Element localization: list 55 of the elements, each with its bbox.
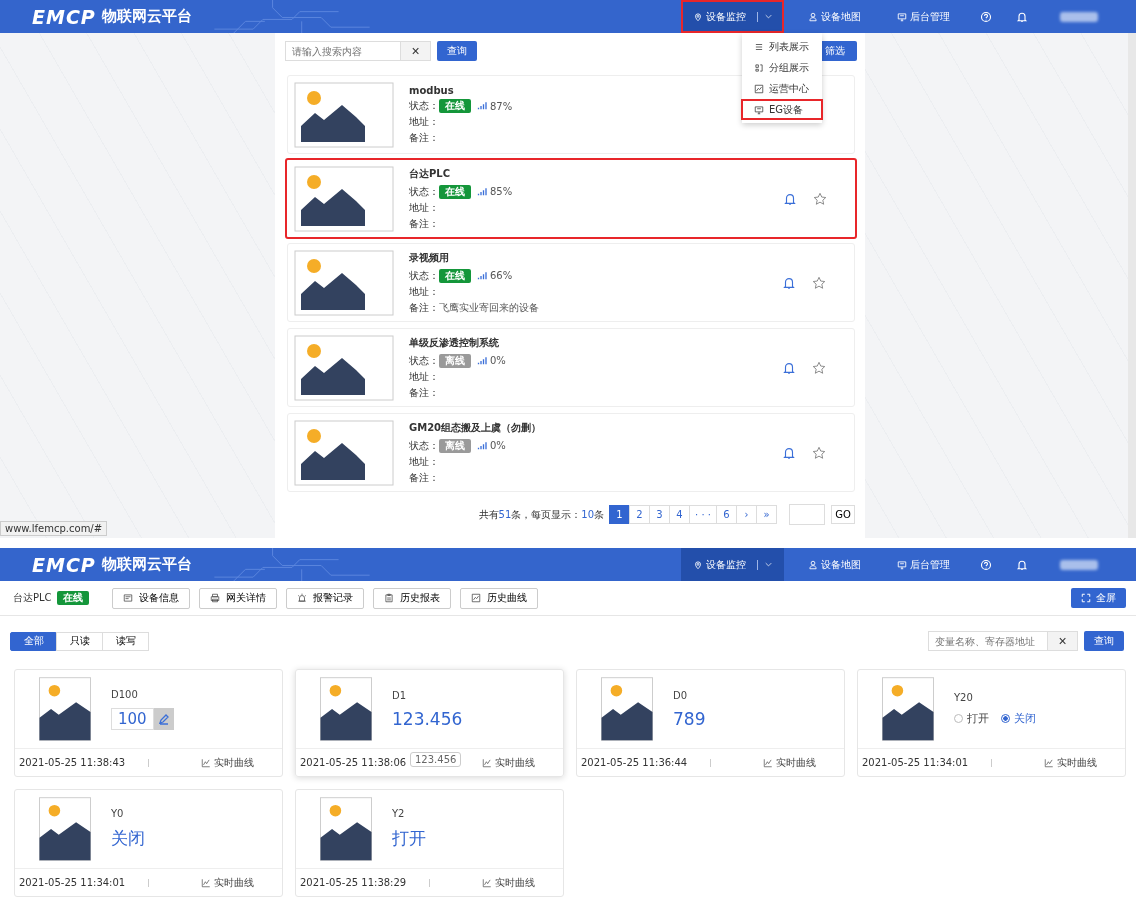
- status-badge: 在线: [439, 184, 471, 199]
- device-name: 台达PLC: [13, 591, 52, 605]
- device-name: 台达PLC: [409, 167, 451, 181]
- note-label: 备注：: [409, 216, 439, 231]
- variable-name: Y2: [392, 808, 406, 819]
- signal-strength: 87%: [490, 100, 513, 112]
- platform-title: 物联网云平台: [101, 7, 192, 26]
- update-time: 2021-05-25 11:34:01: [18, 877, 127, 888]
- status-badge: 离线: [439, 438, 471, 453]
- variable-value: 打开: [392, 827, 426, 850]
- variable-name: D100: [111, 688, 139, 700]
- device-name: GM20组态搬及上虞（勿删）: [409, 421, 542, 435]
- update-time: 2021-05-25 11:38:29: [299, 877, 408, 888]
- note-text: 飞鹰实业寄回来的设备: [439, 300, 539, 315]
- device-name: 单级反渗透控制系统: [409, 336, 499, 350]
- variable-name: Y0: [111, 808, 125, 819]
- variable-name: D1: [392, 689, 408, 701]
- note-label: 备注：: [409, 385, 439, 400]
- address-label: 地址：: [409, 454, 439, 469]
- note-label: 备注：: [409, 300, 439, 315]
- pagination-summary: 共有51条，每页显示：10条: [478, 507, 604, 522]
- status-label: 状态：: [409, 353, 439, 368]
- variable-name: D0: [673, 689, 689, 701]
- platform-title: 物联网云平台: [101, 555, 192, 574]
- status-badge: 离线: [439, 353, 471, 368]
- variable-value: 789: [673, 708, 706, 729]
- note-label: 备注：: [409, 131, 439, 145]
- address-label: 地址：: [409, 200, 439, 215]
- status-label: 状态：: [409, 99, 439, 113]
- logo: EMCP: [32, 553, 96, 576]
- status-label: 状态：: [409, 268, 439, 283]
- address-label: 地址：: [409, 369, 439, 384]
- variable-value: 123.456: [392, 708, 463, 729]
- signal-strength: 85%: [490, 186, 513, 197]
- signal-strength: 0%: [490, 440, 506, 451]
- variable-value: 关闭: [111, 827, 145, 850]
- address-label: 地址：: [409, 284, 439, 299]
- update-time: 2021-05-25 11:34:01: [861, 757, 970, 768]
- status-label: 状态：: [409, 438, 439, 453]
- status-badge: 在线: [56, 591, 89, 605]
- device-name: modbus: [409, 84, 454, 96]
- value-tooltip: 123.456: [410, 751, 462, 767]
- status-badge: 在线: [439, 99, 471, 113]
- signal-strength: 66%: [490, 270, 513, 281]
- variable-name: Y20: [954, 692, 974, 703]
- address-label: 地址：: [409, 115, 439, 129]
- update-time: 2021-05-25 11:36:44: [580, 757, 689, 768]
- status-label: 状态：: [409, 184, 439, 199]
- device-name: 录视频用: [409, 251, 449, 265]
- status-badge: 在线: [439, 268, 471, 283]
- note-label: 备注：: [409, 470, 439, 485]
- logo: EMCP: [32, 5, 96, 28]
- update-time: 2021-05-25 11:38:43: [18, 757, 127, 768]
- signal-strength: 0%: [490, 355, 506, 366]
- status-url: www.lfemcp.com/#: [0, 521, 108, 536]
